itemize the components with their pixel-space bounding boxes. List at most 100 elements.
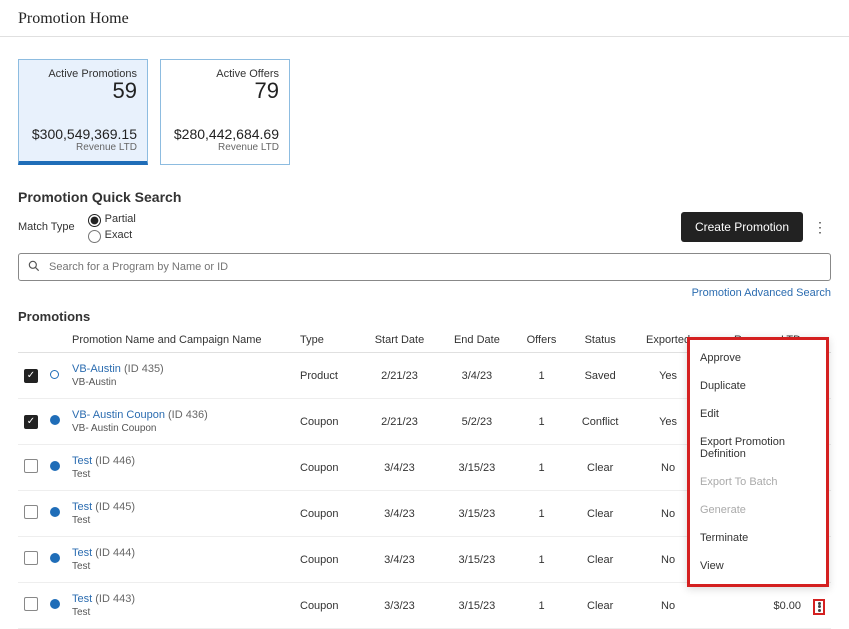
cell-end: 5/2/23 <box>439 399 514 445</box>
row-overflow-icon[interactable] <box>813 599 825 615</box>
promotions-heading: Promotions <box>0 303 849 328</box>
promotion-name-link[interactable]: Test <box>72 501 92 513</box>
campaign-name: Test <box>72 561 288 572</box>
cell-type: Coupon <box>294 491 360 537</box>
promotion-id: (ID 436) <box>168 409 208 421</box>
page-overflow-icon[interactable]: ⋮ <box>809 219 831 236</box>
status-dot-icon <box>50 461 60 471</box>
cell-exported: No <box>632 583 705 629</box>
match-type-radio[interactable]: Exact <box>83 227 136 243</box>
advanced-search-link[interactable]: Promotion Advanced Search <box>0 281 849 303</box>
status-dot-icon <box>50 370 59 379</box>
cell-offers: 1 <box>514 353 568 399</box>
table-header: Start Date <box>360 328 440 353</box>
campaign-name: VB- Austin Coupon <box>72 423 288 434</box>
status-dot-icon <box>50 507 60 517</box>
cell-start: 2/21/23 <box>360 353 440 399</box>
status-dot-icon <box>50 599 60 609</box>
table-header: Status <box>569 328 632 353</box>
promotion-name-link[interactable]: Test <box>72 455 92 467</box>
cell-start: 3/4/23 <box>360 491 440 537</box>
summary-cards: Active Promotions59$300,549,369.15Revenu… <box>0 37 849 173</box>
campaign-name: Test <box>72 469 288 480</box>
row-context-menu[interactable]: ApproveDuplicateEditExport Promotion Def… <box>687 337 829 587</box>
cell-revenue: $0.00 <box>704 583 807 629</box>
promotion-id: (ID 444) <box>95 547 135 559</box>
match-type-label: Match Type <box>18 221 75 233</box>
cell-start: 3/3/23 <box>360 583 440 629</box>
promotion-name-link[interactable]: VB- Austin Coupon <box>72 409 165 421</box>
cell-offers: 1 <box>514 583 568 629</box>
table-header <box>18 328 44 353</box>
promotion-id: (ID 445) <box>95 501 135 513</box>
radio-label: Partial <box>105 213 136 225</box>
quick-search-title: Promotion Quick Search <box>0 173 849 211</box>
cell-status: Clear <box>569 445 632 491</box>
cell-offers: 1 <box>514 491 568 537</box>
promotion-id: (ID 446) <box>95 455 135 467</box>
context-menu-item[interactable]: Approve <box>690 344 826 372</box>
cell-type: Coupon <box>294 583 360 629</box>
table-header: End Date <box>439 328 514 353</box>
table-header: Offers <box>514 328 568 353</box>
context-menu-item: Export To Batch <box>690 468 826 496</box>
cell-end: 3/4/23 <box>439 353 514 399</box>
cell-start: 3/4/23 <box>360 537 440 583</box>
search-box[interactable] <box>18 253 831 281</box>
card-sublabel: Revenue LTD <box>29 142 137 153</box>
radio-label: Exact <box>105 229 133 241</box>
summary-card[interactable]: Active Promotions59$300,549,369.15Revenu… <box>18 59 148 165</box>
card-revenue: $280,442,684.69 <box>171 126 279 142</box>
cell-status: Clear <box>569 583 632 629</box>
card-count: 59 <box>29 78 137 104</box>
cell-status: Clear <box>569 537 632 583</box>
context-menu-item[interactable]: Duplicate <box>690 372 826 400</box>
page-title: Promotion Home <box>0 0 849 37</box>
promotion-name-link[interactable]: Test <box>72 593 92 605</box>
summary-card[interactable]: Active Offers79$280,442,684.69Revenue LT… <box>160 59 290 165</box>
match-type-radio[interactable]: Partial <box>83 211 136 227</box>
status-dot-icon <box>50 553 60 563</box>
context-menu-item[interactable]: Edit <box>690 400 826 428</box>
promotion-id: (ID 435) <box>124 363 164 375</box>
cell-end: 3/15/23 <box>439 537 514 583</box>
cell-end: 3/15/23 <box>439 491 514 537</box>
card-count: 79 <box>171 78 279 104</box>
context-menu-item: Generate <box>690 496 826 524</box>
cell-start: 2/21/23 <box>360 399 440 445</box>
search-input[interactable] <box>41 260 822 274</box>
row-checkbox[interactable]: ✓ <box>24 415 38 429</box>
row-checkbox[interactable] <box>24 551 38 565</box>
table-row: Test (ID 443)TestCoupon3/3/233/15/231Cle… <box>18 583 831 629</box>
cell-status: Clear <box>569 491 632 537</box>
status-dot-icon <box>50 415 60 425</box>
context-menu-item[interactable]: Export Promotion Definition <box>690 428 826 468</box>
cell-offers: 1 <box>514 445 568 491</box>
cell-offers: 1 <box>514 537 568 583</box>
context-menu-item[interactable]: Terminate <box>690 524 826 552</box>
create-promotion-button[interactable]: Create Promotion <box>681 212 803 242</box>
row-checkbox[interactable] <box>24 459 38 473</box>
campaign-name: VB-Austin <box>72 377 288 388</box>
context-menu-item[interactable]: View <box>690 552 826 580</box>
card-revenue: $300,549,369.15 <box>29 126 137 142</box>
cell-end: 3/15/23 <box>439 445 514 491</box>
campaign-name: Test <box>72 515 288 526</box>
row-checkbox[interactable] <box>24 505 38 519</box>
table-header <box>44 328 66 353</box>
cell-type: Coupon <box>294 537 360 583</box>
row-checkbox[interactable]: ✓ <box>24 369 38 383</box>
table-header: Promotion Name and Campaign Name <box>66 328 294 353</box>
cell-status: Conflict <box>569 399 632 445</box>
cell-type: Coupon <box>294 399 360 445</box>
cell-end: 3/15/23 <box>439 583 514 629</box>
card-sublabel: Revenue LTD <box>171 142 279 153</box>
row-checkbox[interactable] <box>24 597 38 611</box>
cell-start: 3/4/23 <box>360 445 440 491</box>
cell-offers: 1 <box>514 399 568 445</box>
campaign-name: Test <box>72 607 288 618</box>
promotion-name-link[interactable]: Test <box>72 547 92 559</box>
promotion-id: (ID 443) <box>95 593 135 605</box>
promotion-name-link[interactable]: VB-Austin <box>72 363 121 375</box>
table-header: Type <box>294 328 360 353</box>
